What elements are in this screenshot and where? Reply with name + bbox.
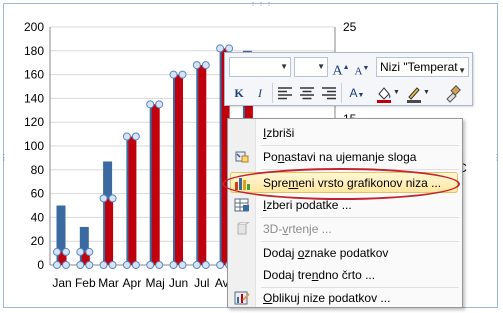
x-tick-label: Jun <box>169 276 188 290</box>
selection-handle <box>178 261 187 269</box>
fill-color-icon[interactable]: ▼ <box>375 84 399 104</box>
selection-handle <box>178 70 187 79</box>
selection-handle <box>62 247 70 256</box>
selection-handle <box>155 261 164 269</box>
y-axis-ticks: 0 20 40 60 80 100 120 140 160 180 200 <box>24 20 44 272</box>
selection-handle <box>99 261 108 269</box>
y2-tick-label: 25 <box>343 20 357 34</box>
chevron-down-icon: ▼ <box>458 62 466 76</box>
selection-handle <box>169 70 178 79</box>
reset-style-icon <box>235 151 249 163</box>
y-tick-label: 60 <box>31 187 45 201</box>
selection-handle <box>225 44 234 53</box>
selection-handle <box>53 261 61 269</box>
selection-handle <box>155 100 164 109</box>
menu-item-add-trendline[interactable]: Dodaj trendno črto ... <box>228 264 462 286</box>
bar-series-2 <box>128 136 137 265</box>
selection-handle <box>76 247 85 256</box>
bar-series-2 <box>151 104 160 265</box>
align-center-icon[interactable] <box>299 85 315 101</box>
selection-handle <box>76 261 85 269</box>
chevron-down-icon: ▼ <box>317 62 325 71</box>
outline-color-icon[interactable]: ▼ <box>405 84 429 104</box>
selection-handle <box>192 261 201 269</box>
font-size-field[interactable]: ▼ <box>294 57 328 77</box>
selection-handle <box>85 247 94 256</box>
selection-handle <box>122 261 131 269</box>
selection-handle <box>62 261 70 269</box>
svg-text:▼: ▼ <box>393 89 399 96</box>
y-tick-label: 80 <box>31 163 45 177</box>
selection-handle <box>192 61 201 70</box>
y-tick-label: 120 <box>24 115 44 129</box>
y-tick-label: 160 <box>24 68 44 82</box>
x-tick-label: Maj <box>146 276 165 290</box>
menu-item-select-data[interactable]: Izberi podatke ... <box>228 194 462 216</box>
menu-item-change-chart-type[interactable]: Spremeni vrsto grafikonov niza ... <box>228 172 462 194</box>
selection-handle <box>169 261 178 269</box>
italic-button[interactable]: I <box>251 84 269 102</box>
selection-handle <box>99 194 108 203</box>
menu-item-format-series[interactable]: Oblikuj nize podatkov ... <box>228 287 462 309</box>
chevron-down-icon: ▼ <box>280 62 288 71</box>
font-name-field[interactable]: ▼ <box>229 57 291 77</box>
selection-handle <box>146 261 155 269</box>
menu-item-reset-style[interactable]: Ponastavi na ujemanje sloga <box>228 146 462 168</box>
shrink-font-button[interactable]: A▼ <box>352 59 372 78</box>
format-painter-icon[interactable] <box>443 84 463 104</box>
x-tick-label: Jan <box>52 276 71 290</box>
bold-button[interactable]: K <box>229 84 249 102</box>
y-tick-label: 0 <box>37 258 44 272</box>
selection-handle <box>85 261 94 269</box>
menu-item-delete[interactable]: Izbriši <box>228 122 462 144</box>
chart-element-select[interactable]: Nizi "Temperatu ▼ <box>376 57 469 77</box>
bar-series-2 <box>175 74 183 265</box>
mini-toolbar: ▼ ▼ A▲ A▼ Nizi "Temperatu ▼ K I A▼ ▼ ▼ <box>224 52 473 106</box>
selection-handle <box>146 100 155 109</box>
selection-handle <box>201 261 210 269</box>
selection-handle <box>108 261 117 269</box>
y-tick-label: 40 <box>31 210 45 224</box>
selection-handle <box>131 261 140 269</box>
selection-handle <box>108 194 117 203</box>
align-right-icon[interactable] <box>321 85 337 101</box>
align-left-icon[interactable] <box>277 85 293 101</box>
y-tick-label: 180 <box>24 44 44 58</box>
selection-handle <box>122 132 131 141</box>
grow-font-button[interactable]: A▲ <box>331 58 351 79</box>
change-chart-type-icon <box>235 178 250 190</box>
context-menu: Izbriši Ponastavi na ujemanje sloga Spre… <box>227 118 463 308</box>
y-tick-label: 200 <box>24 20 44 34</box>
selection-handle <box>53 247 61 256</box>
bar-series-2 <box>198 65 207 265</box>
y-tick-label: 20 <box>31 234 45 248</box>
menu-item-3d-rotation[interactable]: 3D-vrtenje ... <box>228 218 462 240</box>
y-tick-label: 140 <box>24 91 44 105</box>
font-color-button[interactable]: A▼ <box>345 84 369 102</box>
bar-series-2 <box>105 198 114 265</box>
menu-item-add-data-labels[interactable]: Dodaj oznake podatkov <box>228 242 462 264</box>
x-tick-label: Feb <box>75 276 96 290</box>
select-data-icon <box>234 198 249 212</box>
svg-text:▼: ▼ <box>423 89 429 96</box>
3d-rotation-icon <box>237 222 250 235</box>
x-tick-label: Apr <box>123 276 142 290</box>
selection-handle <box>201 61 210 70</box>
x-tick-label: Mar <box>98 276 119 290</box>
selection-handle <box>131 132 140 141</box>
x-tick-label: Jul <box>194 276 209 290</box>
selection-handle <box>216 261 225 269</box>
format-series-icon <box>234 291 250 305</box>
selection-handle <box>216 44 225 53</box>
y-tick-label: 100 <box>24 139 44 153</box>
